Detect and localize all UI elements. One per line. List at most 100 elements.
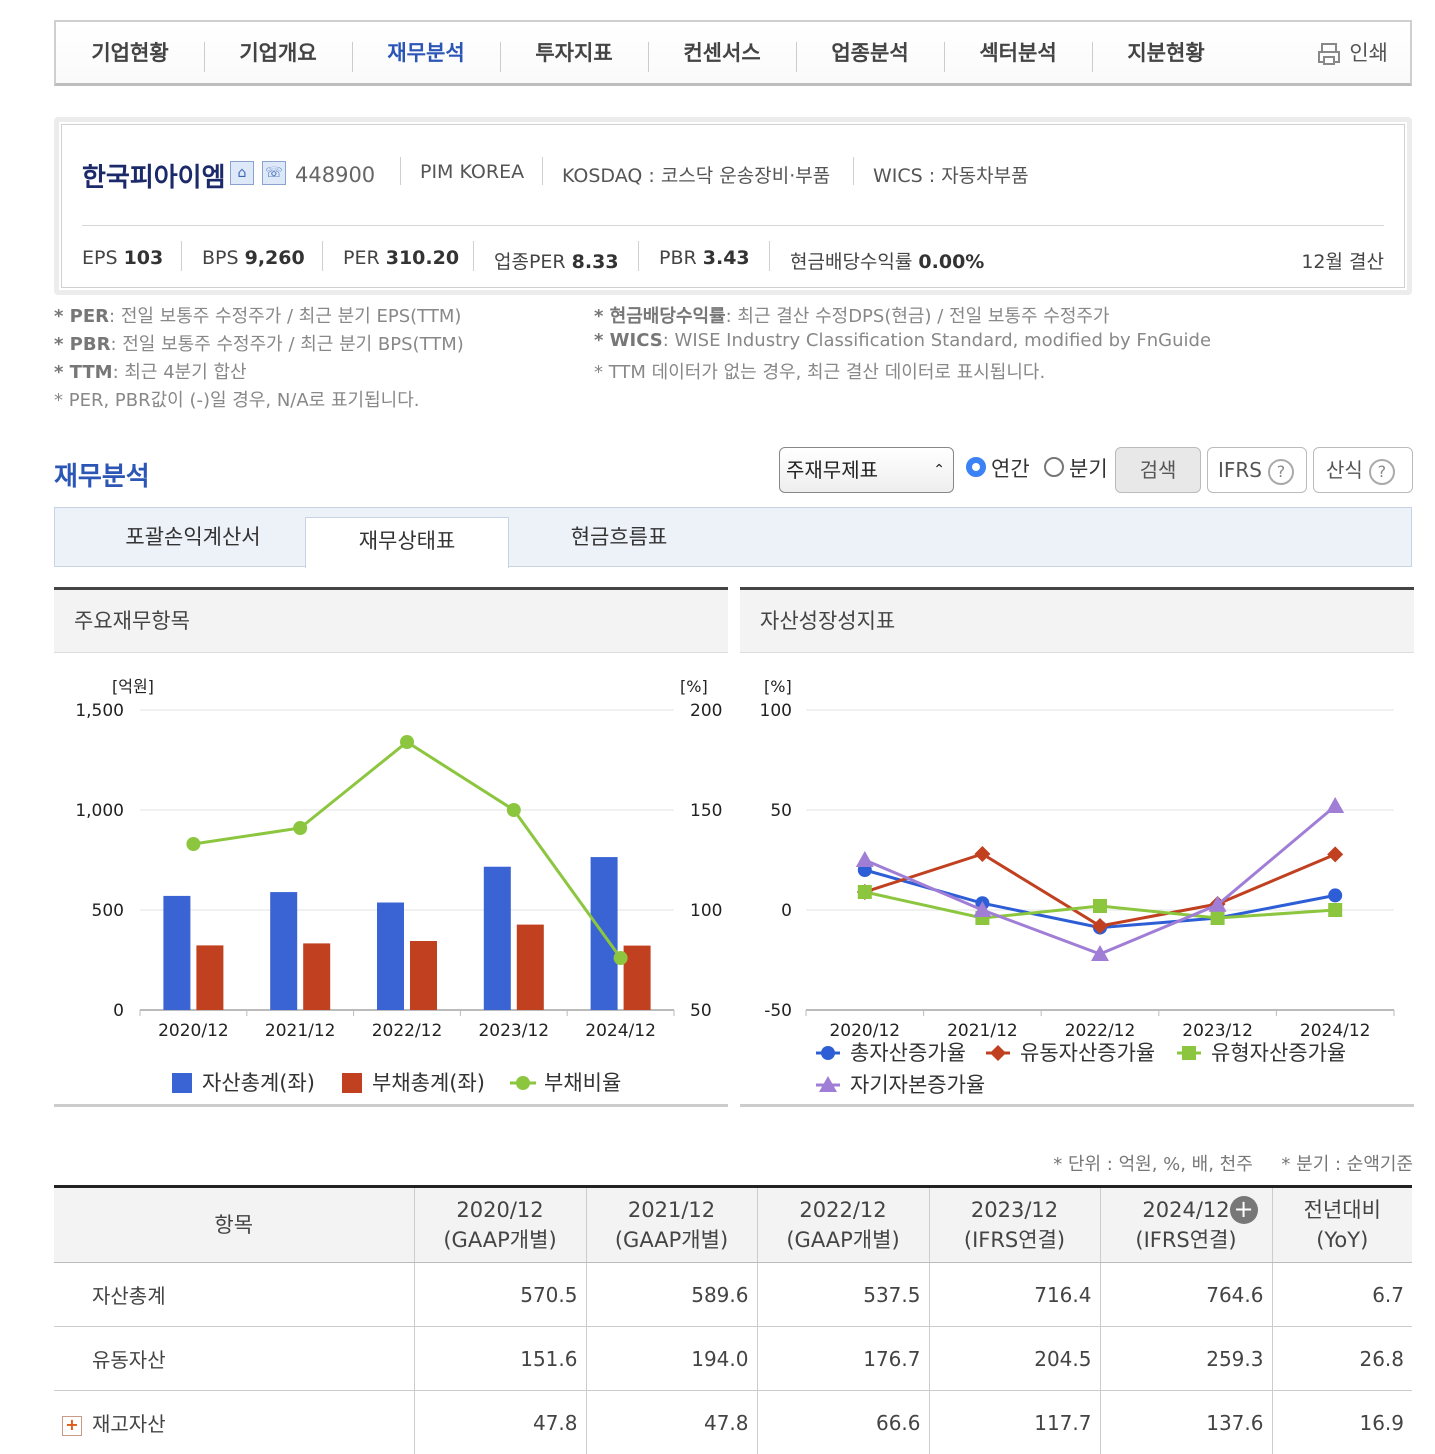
metric-dividend-yield: 현금배당수익률 0.00% <box>790 251 985 273</box>
formula-help-button[interactable]: 산식? <box>1313 447 1413 493</box>
search-button[interactable]: 검색 <box>1115 447 1201 493</box>
table-row: + 재고자산 47.8 47.8 66.6 117.7 137.6 16.9 <box>54 1390 1412 1454</box>
legend-label: 유동자산증가율 <box>1020 1041 1155 1065</box>
series-point <box>857 885 872 899</box>
y-tick-label: 50 <box>770 801 792 821</box>
help-icon: ? <box>1268 458 1294 485</box>
statement-select[interactable]: 주재무제표 ⌃ <box>779 447 954 493</box>
radio-annual[interactable] <box>966 457 986 477</box>
y-tick-label-left: 1,500 <box>75 701 124 721</box>
nav-item-financial-analysis[interactable]: 재무분석 <box>352 22 500 84</box>
fiscal-month: 12월 결산 <box>1301 251 1384 273</box>
table-cell: 117.7 <box>928 1390 1100 1454</box>
note-ttm-missing: * TTM 데이터가 없는 경우, 최근 결산 데이터로 표시됩니다. <box>594 362 1046 383</box>
nav-item-sector-analysis[interactable]: 섹터분석 <box>944 22 1092 84</box>
radio-quarter[interactable] <box>1044 457 1064 477</box>
panel-title: 자산성장성지표 <box>740 590 1414 653</box>
metric-pbr: PBR 3.43 <box>659 247 750 269</box>
ifrs-help-button[interactable]: IFRS? <box>1207 447 1307 493</box>
row-label[interactable]: + 재고자산 <box>54 1390 414 1454</box>
y-tick-label-right: 200 <box>690 701 722 721</box>
legend-swatch <box>172 1073 192 1093</box>
wics-classification: WICS : 자동차부품 <box>873 165 1029 187</box>
company-summary: 한국피아이엠 ⌂ ☏ 448900 PIM KOREA KOSDAQ : 코스닥… <box>54 117 1412 295</box>
bar-total-liabilities <box>410 941 437 1010</box>
debt-ratio-line <box>193 740 622 959</box>
table-cell: 589.6 <box>585 1262 757 1327</box>
metric-bps: BPS 9,260 <box>202 247 305 269</box>
header-period: 2021/12 (GAAP개별) <box>585 1185 757 1263</box>
radio-quarter-label: 분기 <box>1069 457 1108 481</box>
nav-item-investment-indicators[interactable]: 투자지표 <box>500 22 648 84</box>
divider <box>853 157 854 185</box>
balance-sheet-table: 항목 2020/12 (GAAP개별) 2021/12 (GAAP개별) 2022/… <box>54 1185 1412 1454</box>
divider <box>400 157 401 185</box>
bar-total-assets <box>270 892 298 1010</box>
row-label-text: 유동자산 <box>92 1348 166 1372</box>
x-tick-label: 2020/12 <box>158 1021 229 1041</box>
y-tick-label-right: 150 <box>690 801 722 821</box>
header-period: 2022/12 (GAAP개별) <box>756 1185 929 1263</box>
divider <box>322 241 323 271</box>
header-period: 2023/12 (IFRS연결) <box>928 1185 1100 1263</box>
tab-cash-flow[interactable]: 현금흐름표 <box>521 508 717 566</box>
y-tick-label-left: 1,000 <box>75 801 124 821</box>
y-axis-unit: [%] <box>764 677 792 696</box>
market-classification: KOSDAQ : 코스닥 운송장비·부품 <box>562 165 831 187</box>
table-cell: 537.5 <box>756 1262 929 1327</box>
print-button[interactable]: 인쇄 <box>1317 22 1388 84</box>
home-icon[interactable]: ⌂ <box>230 161 254 185</box>
nav-item-shareholding[interactable]: 지분현황 <box>1092 22 1240 84</box>
nav-item-industry-analysis[interactable]: 업종분석 <box>796 22 944 84</box>
series-point <box>974 846 991 862</box>
x-tick-label: 2024/12 <box>585 1021 656 1041</box>
divider <box>542 157 543 185</box>
y-tick-label: 100 <box>760 701 792 721</box>
table-cell: 259.3 <box>1099 1326 1272 1391</box>
y-axis-unit-right: [%] <box>680 677 708 696</box>
metric-per: PER 310.20 <box>343 247 460 269</box>
statement-select-value: 주재무제표 <box>786 458 878 482</box>
y-tick-label-left: 500 <box>92 901 124 921</box>
legend-swatch <box>821 1046 835 1060</box>
note-wics: * WICS: WISE Industry Classification Sta… <box>594 330 1212 351</box>
expand-icon[interactable]: + <box>62 1415 82 1436</box>
print-label: 인쇄 <box>1349 41 1388 65</box>
x-tick-label: 2021/12 <box>265 1021 336 1041</box>
y-tick-label-right: 100 <box>690 901 722 921</box>
radio-annual-label: 연간 <box>991 457 1030 481</box>
add-column-icon[interactable]: + <box>1229 1196 1258 1224</box>
legend-swatch <box>990 1045 1006 1061</box>
row-label-text: 자산총계 <box>92 1284 166 1308</box>
debt-ratio-point <box>186 837 201 851</box>
table-cell: 47.8 <box>585 1390 757 1454</box>
nav-item-company-overview[interactable]: 기업개요 <box>204 22 352 84</box>
company-english-name: PIM KOREA <box>420 161 525 183</box>
table-header-row: 항목 2020/12 (GAAP개별) 2021/12 (GAAP개별) 2022/… <box>54 1185 1412 1263</box>
tab-balance-sheet[interactable]: 재무상태표 <box>305 517 509 568</box>
tab-income-statement[interactable]: 포괄손익계산서 <box>95 508 291 566</box>
divider <box>181 241 182 271</box>
printer-icon <box>1318 43 1341 65</box>
x-tick-label: 2024/12 <box>1300 1021 1371 1041</box>
table-cell: 204.5 <box>928 1326 1100 1391</box>
note-negative: * PER, PBR값이 (-)일 경우, N/A로 표기됩니다. <box>54 390 420 411</box>
header-period: 2024/12 + (IFRS연결) <box>1099 1185 1272 1263</box>
y-tick-label: 0 <box>781 901 792 921</box>
table-cell: 66.6 <box>756 1390 929 1454</box>
row-label-text: 재고자산 <box>92 1412 166 1436</box>
table-cell: 47.8 <box>413 1390 586 1454</box>
ifrs-label: IFRS <box>1218 458 1262 482</box>
table-cell: 764.6 <box>1099 1262 1272 1327</box>
table-cell: 570.5 <box>413 1262 586 1327</box>
nav-item-company-status[interactable]: 기업현황 <box>56 22 204 84</box>
x-tick-label: 2023/12 <box>478 1021 549 1041</box>
phone-icon[interactable]: ☏ <box>262 161 286 185</box>
nav-item-consensus[interactable]: 컨센서스 <box>648 22 796 84</box>
series-point <box>1328 903 1343 917</box>
legend-label: 자기자본증가율 <box>850 1073 985 1097</box>
row-label: 자산총계 <box>54 1262 414 1327</box>
series-point <box>1093 899 1107 913</box>
header-yoy: 전년대비 (YoY) <box>1271 1185 1412 1263</box>
debt-ratio-point <box>293 821 308 835</box>
